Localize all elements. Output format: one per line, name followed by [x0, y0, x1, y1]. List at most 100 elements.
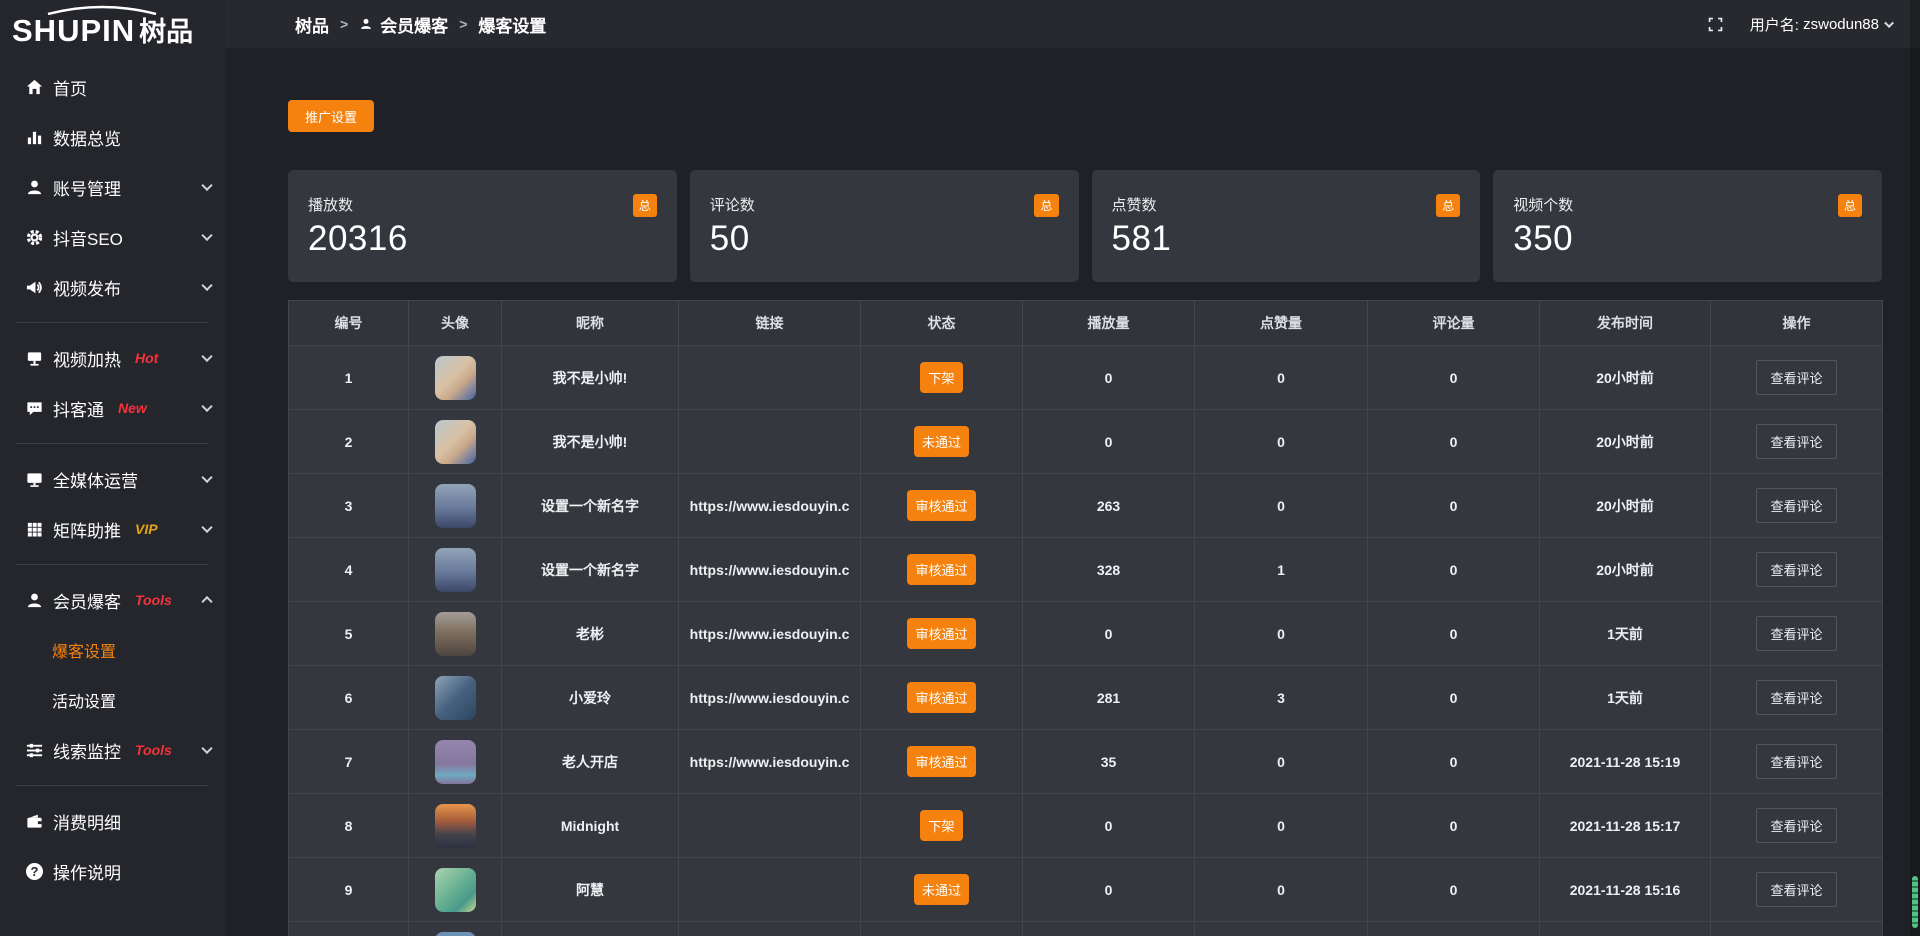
sidebar-item-label: 全媒体运营	[53, 467, 138, 492]
avatar-cell	[409, 538, 502, 602]
breadcrumb-item-1[interactable]: 会员爆客	[359, 12, 448, 37]
view-comments-button[interactable]: 查看评论	[1756, 360, 1836, 395]
row-number-cell	[289, 922, 409, 936]
video-link[interactable]: https://www.iesdouyin.c	[690, 626, 850, 642]
sidebar-item-home[interactable]: 首页	[0, 62, 225, 112]
page-scrollbar[interactable]	[1910, 0, 1920, 936]
link-cell	[679, 858, 861, 922]
stat-card-label: 点赞数	[1112, 194, 1461, 215]
video-link[interactable]: https://www.iesdouyin.c	[690, 754, 850, 770]
total-badge: 总	[633, 194, 657, 217]
view-comments-button[interactable]: 查看评论	[1756, 680, 1836, 715]
nickname-cell: Midnight	[502, 794, 679, 858]
sidebar-item-clue-monitor[interactable]: 线索监控Tools	[0, 725, 225, 775]
row-number-cell: 3	[289, 474, 409, 538]
sidebar-item-data-overview[interactable]: 数据总览	[0, 112, 225, 162]
nickname-cell: 阿慧	[502, 858, 679, 922]
avatar	[435, 868, 476, 912]
status-badge: 审核通过	[907, 682, 975, 713]
comments-cell	[1368, 922, 1540, 936]
total-badge: 总	[1034, 194, 1058, 217]
breadcrumb-item-0[interactable]: 树品	[288, 12, 329, 37]
chevron-down-icon	[201, 230, 212, 241]
publish-time-cell: 20小时前	[1540, 346, 1711, 410]
sidebar-item-matrix-boost[interactable]: 矩阵助推VIP	[0, 504, 225, 554]
username-label: 用户名:	[1750, 14, 1799, 35]
link-cell: https://www.iesdouyin.c	[679, 602, 861, 666]
publish-time-cell	[1540, 922, 1711, 936]
stat-card: 视频个数350总	[1493, 170, 1882, 282]
sidebar-item-label: 操作说明	[53, 859, 121, 884]
sidebar-item-consumption-details[interactable]: 消费明细	[0, 796, 225, 846]
action-cell: 查看评论	[1711, 538, 1883, 602]
chevron-down-icon	[201, 351, 212, 362]
sidebar-item-member-baoke[interactable]: 会员爆客Tools	[0, 575, 225, 625]
view-comments-button[interactable]: 查看评论	[1756, 744, 1836, 779]
breadcrumb-item-2[interactable]: 爆客设置	[478, 12, 546, 37]
video-link[interactable]: https://www.iesdouyin.c	[690, 498, 850, 514]
status-cell: 未通过	[861, 858, 1023, 922]
view-comments-button[interactable]: 查看评论	[1756, 552, 1836, 587]
video-link[interactable]: https://www.iesdouyin.c	[690, 562, 850, 578]
sidebar-item-account-management[interactable]: 账号管理	[0, 162, 225, 212]
promo-settings-button[interactable]: 推广设置	[288, 100, 374, 132]
plays-cell: 263	[1023, 474, 1195, 538]
likes-cell: 0	[1195, 474, 1368, 538]
status-cell: 下架	[861, 346, 1023, 410]
avatar	[435, 932, 476, 936]
comments-cell: 0	[1368, 794, 1540, 858]
nickname-cell: 我不是小帅!	[502, 346, 679, 410]
scrollbar-thumb[interactable]	[1912, 876, 1918, 928]
plays-cell: 0	[1023, 794, 1195, 858]
fullscreen-icon[interactable]	[1707, 16, 1724, 33]
sidebar-item-all-media-operation[interactable]: 全媒体运营	[0, 454, 225, 504]
table-header-cell: 发布时间	[1540, 301, 1711, 346]
chevron-down-icon	[201, 180, 212, 191]
table-row: 3设置一个新名字https://www.iesdouyin.c审核通过26300…	[289, 474, 1883, 538]
table-row: 5老彬https://www.iesdouyin.c审核通过0001天前查看评论	[289, 602, 1883, 666]
sidebar-item-label: 线索监控	[53, 738, 121, 763]
topbar-right: 用户名: zswodun88	[1707, 14, 1894, 35]
view-comments-button[interactable]: 查看评论	[1756, 488, 1836, 523]
sidebar-item-operation-guide[interactable]: ?操作说明	[0, 846, 225, 896]
nickname-cell: 小爱玲	[502, 666, 679, 730]
view-comments-button[interactable]: 查看评论	[1756, 808, 1836, 843]
avatar	[435, 804, 476, 848]
comments-cell: 0	[1368, 602, 1540, 666]
plays-cell: 0	[1023, 858, 1195, 922]
member-icon	[25, 591, 44, 610]
publish-time-cell: 20小时前	[1540, 474, 1711, 538]
view-comments-button[interactable]: 查看评论	[1756, 872, 1836, 907]
action-cell: 查看评论	[1711, 602, 1883, 666]
sidebar-item-label: 视频加热	[53, 346, 121, 371]
sidebar-item-activity-settings[interactable]: 活动设置	[0, 675, 225, 725]
stat-card: 播放数20316总	[288, 170, 677, 282]
likes-cell: 0	[1195, 346, 1368, 410]
comments-cell: 0	[1368, 410, 1540, 474]
sidebar-item-label: 首页	[53, 75, 87, 100]
nickname-cell: 设置一个新名字	[502, 538, 679, 602]
row-number-cell: 5	[289, 602, 409, 666]
link-cell: https://www.iesdouyin.c	[679, 474, 861, 538]
action-cell: 查看评论	[1711, 346, 1883, 410]
sidebar-item-douyin-seo[interactable]: 抖音SEO	[0, 212, 225, 262]
video-link[interactable]: https://www.iesdouyin.c	[690, 690, 850, 706]
breadcrumb-label: 爆客设置	[478, 12, 546, 37]
status-cell: 审核通过	[861, 602, 1023, 666]
sidebar-item-video-heat[interactable]: 视频加热Hot	[0, 333, 225, 383]
view-comments-button[interactable]: 查看评论	[1756, 616, 1836, 651]
sidebar-item-video-publish[interactable]: 视频发布	[0, 262, 225, 312]
likes-cell: 0	[1195, 858, 1368, 922]
sidebar-item-baoke-settings[interactable]: 爆客设置	[0, 625, 225, 675]
publish-time-cell: 1天前	[1540, 666, 1711, 730]
action-cell: 查看评论	[1711, 474, 1883, 538]
sidebar-item-label: 矩阵助推	[53, 517, 121, 542]
view-comments-button[interactable]: 查看评论	[1756, 424, 1836, 459]
row-number-cell: 8	[289, 794, 409, 858]
avatar	[435, 484, 476, 528]
sidebar-item-douketong[interactable]: 抖客通New	[0, 383, 225, 433]
table-row: 2我不是小帅!未通过00020小时前查看评论	[289, 410, 1883, 474]
plays-cell: 0	[1023, 410, 1195, 474]
table-header-cell: 点赞量	[1195, 301, 1368, 346]
user-menu[interactable]: 用户名: zswodun88	[1750, 14, 1894, 35]
